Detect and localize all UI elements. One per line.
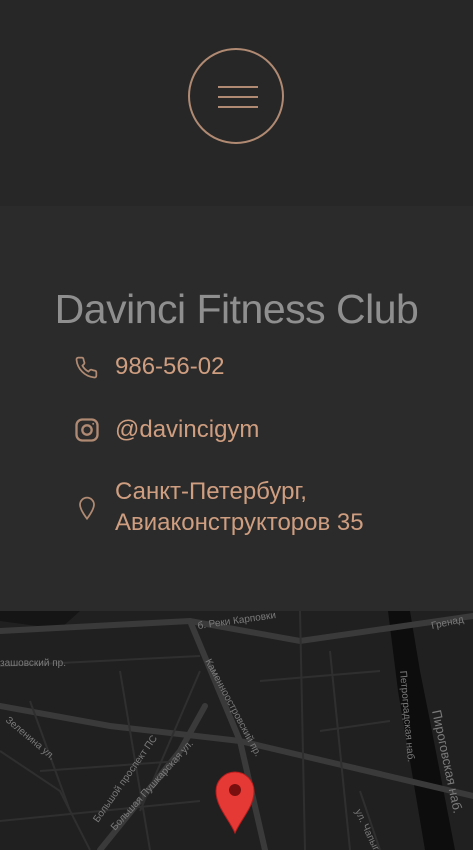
map-label-street-1: зашовский пр. bbox=[0, 658, 66, 669]
instagram-icon bbox=[75, 417, 99, 442]
instagram-handle: @davincigym bbox=[115, 416, 260, 443]
address-text: Санкт-Петербург, Авиаконструкторов 35 bbox=[115, 478, 364, 536]
menu-button[interactable] bbox=[188, 48, 284, 144]
phone-row[interactable]: 986-56-02 bbox=[73, 351, 224, 382]
instagram-row[interactable]: @davincigym bbox=[73, 414, 259, 445]
map-pin-icon bbox=[79, 496, 95, 521]
club-title: Davinci Fitness Club bbox=[54, 286, 419, 332]
header bbox=[0, 0, 473, 206]
phone-icon bbox=[75, 356, 98, 378]
phone-number: 986-56-02 bbox=[115, 353, 225, 380]
hamburger-menu-icon bbox=[218, 86, 258, 116]
map-canvas[interactable]: б. Реки Карповки Гренад зашовский пр. Ка… bbox=[0, 611, 473, 850]
address-row: Санкт-Петербург, Авиаконструкторов 35 bbox=[73, 476, 435, 538]
contact-section: Davinci Fitness Club 986-56-02 @davincig… bbox=[0, 206, 473, 611]
map[interactable]: б. Реки Карповки Гренад зашовский пр. Ка… bbox=[0, 611, 473, 850]
